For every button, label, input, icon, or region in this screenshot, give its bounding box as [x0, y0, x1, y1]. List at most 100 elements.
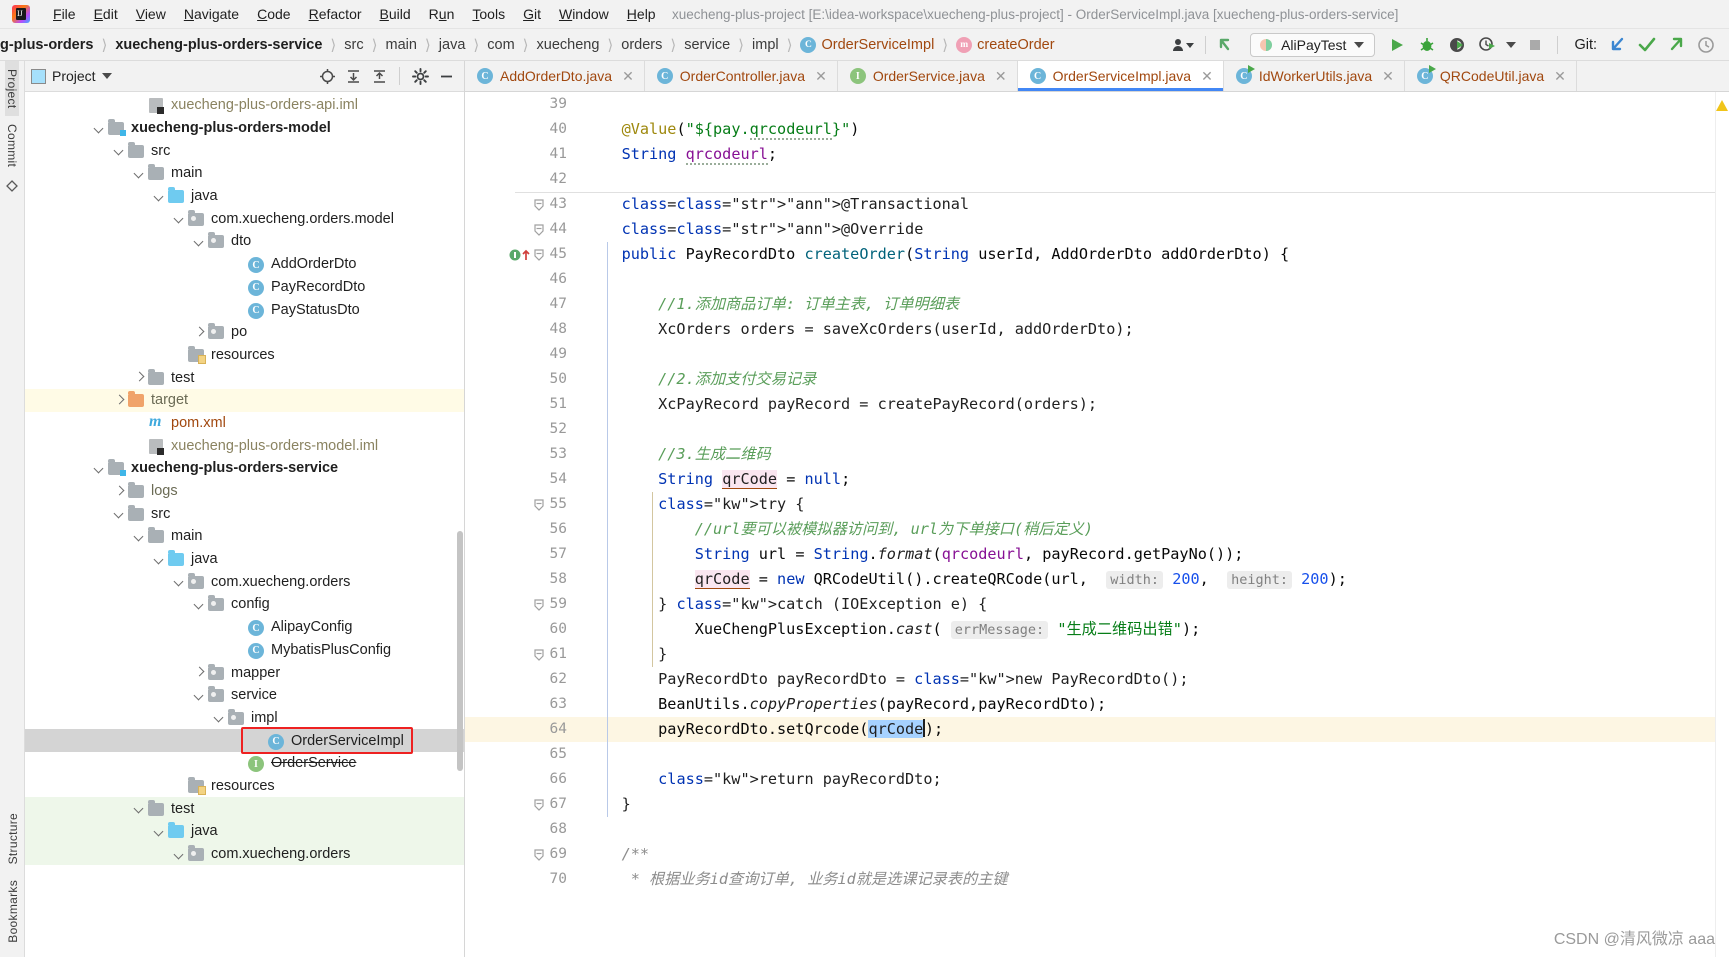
code-fold-icon[interactable] — [533, 599, 545, 611]
code-line[interactable] — [575, 342, 1715, 367]
chevron-right-icon[interactable] — [193, 666, 206, 679]
menu-edit[interactable]: Edit — [85, 3, 127, 25]
code-fold-icon[interactable] — [533, 849, 545, 861]
run-configuration-selector[interactable]: AliPayTest — [1250, 32, 1376, 57]
code-line[interactable]: PayRecordDto payRecordDto = class="kw">n… — [575, 667, 1715, 692]
chevron-down-icon[interactable] — [173, 848, 186, 861]
close-icon[interactable]: ✕ — [1382, 68, 1394, 85]
chevron-right-icon[interactable] — [113, 485, 126, 498]
chevron-down-icon[interactable] — [133, 167, 146, 180]
tool-window-structure[interactable]: Structure — [6, 805, 20, 872]
tree-node-java[interactable]: java — [25, 185, 464, 208]
tree-node-pom-xml[interactable]: m pom.xml — [25, 412, 464, 435]
debug-icon[interactable] — [1413, 32, 1441, 58]
menu-help[interactable]: Help — [618, 3, 665, 25]
locate-icon[interactable] — [315, 64, 339, 88]
breadcrumb-item-3[interactable]: main — [383, 37, 418, 53]
line-number[interactable]: 42 — [465, 167, 575, 192]
tree-node-src[interactable]: src — [25, 502, 464, 525]
git-push-icon[interactable] — [1663, 32, 1691, 58]
menu-view[interactable]: View — [127, 3, 175, 25]
tree-node-orderservice[interactable]: I OrderService — [25, 752, 464, 775]
chevron-down-icon[interactable] — [93, 462, 106, 475]
chevron-down-icon[interactable] — [193, 689, 206, 702]
code-line[interactable]: BeanUtils.copyProperties(payRecord,payRe… — [575, 692, 1715, 717]
line-number[interactable]: 48 — [465, 317, 575, 342]
code-line[interactable]: String qrcodeurl; — [575, 142, 1715, 167]
tree-node-com-xuecheng-orders[interactable]: com.xuecheng.orders — [25, 570, 464, 593]
close-icon[interactable]: ✕ — [622, 68, 634, 85]
line-number[interactable]: 54 — [465, 467, 575, 492]
tree-node-main[interactable]: main — [25, 525, 464, 548]
line-number[interactable]: 43 — [465, 192, 575, 217]
editor-tab-addorderdto-java[interactable]: C AddOrderDto.java ✕ — [465, 61, 645, 91]
menu-run[interactable]: Run — [420, 3, 464, 25]
warning-icon[interactable] — [1716, 100, 1728, 111]
breadcrumb-item-8[interactable]: service — [682, 37, 732, 53]
code-line[interactable] — [575, 167, 1715, 192]
line-number[interactable]: 67 — [465, 792, 575, 817]
run-with-coverage-icon[interactable] — [1443, 32, 1471, 58]
code-line[interactable]: /** — [575, 842, 1715, 867]
breadcrumb-item-4[interactable]: java — [437, 37, 468, 53]
tree-node-com-xuecheng-orders-model[interactable]: com.xuecheng.orders.model — [25, 207, 464, 230]
user-chooser-icon[interactable] — [1169, 32, 1197, 58]
code-line[interactable] — [575, 817, 1715, 842]
code-line[interactable]: class=class="str">"ann">@Transactional — [575, 192, 1715, 217]
code-line[interactable]: XcPayRecord payRecord = createPayRecord(… — [575, 392, 1715, 417]
code-fold-icon[interactable] — [533, 224, 545, 236]
tool-window-project[interactable]: Project — [5, 61, 19, 117]
expand-all-icon[interactable] — [341, 64, 365, 88]
line-number[interactable]: 68 — [465, 817, 575, 842]
editor-tab-idworkerutils-java[interactable]: C IdWorkerUtils.java ✕ — [1223, 61, 1405, 91]
tree-node-orderserviceimpl[interactable]: C OrderServiceImpl — [25, 729, 464, 752]
tree-node-test[interactable]: test — [25, 366, 464, 389]
code-fold-icon[interactable] — [533, 499, 545, 511]
tree-node-po[interactable]: po — [25, 321, 464, 344]
tree-node-resources[interactable]: resources — [25, 775, 464, 798]
tree-node-logs[interactable]: logs — [25, 480, 464, 503]
menu-git[interactable]: Git — [514, 3, 550, 25]
gear-icon[interactable] — [408, 64, 432, 88]
line-number-gutter[interactable]: 39 40 41 42 43 44 45 46 47 48 49 50 51 52 53 54 55 56 57 58… — [465, 92, 575, 957]
line-number[interactable]: 41 — [465, 142, 575, 167]
profiler-dropdown-icon[interactable] — [1503, 32, 1519, 58]
close-icon[interactable]: ✕ — [1554, 68, 1566, 85]
line-number[interactable]: 47 — [465, 292, 575, 317]
breadcrumb-item-0[interactable]: g-plus-orders — [0, 37, 95, 53]
line-number[interactable]: 63 — [465, 692, 575, 717]
code-line[interactable]: class=class="str">"ann">@Override — [575, 217, 1715, 242]
code-line[interactable]: //3.生成二维码 — [575, 442, 1715, 467]
close-icon[interactable]: ✕ — [1201, 68, 1213, 85]
line-number[interactable]: 53 — [465, 442, 575, 467]
tree-node-dto[interactable]: dto — [25, 230, 464, 253]
code-line[interactable]: //url要可以被模拟器访问到, url为下单接口(稍后定义) — [575, 517, 1715, 542]
line-number[interactable]: 62 — [465, 667, 575, 692]
chevron-right-icon[interactable] — [113, 394, 126, 407]
line-number[interactable]: 64 — [465, 717, 575, 742]
close-icon[interactable]: ✕ — [995, 68, 1007, 85]
error-stripe-gutter[interactable] — [1715, 92, 1729, 957]
line-number[interactable]: 70 — [465, 867, 575, 892]
code-line[interactable] — [575, 742, 1715, 767]
menu-window[interactable]: Window — [550, 3, 618, 25]
chevron-down-icon[interactable] — [133, 530, 146, 543]
tree-node-addorderdto[interactable]: C AddOrderDto — [25, 253, 464, 276]
tree-node-xuecheng-plus-orders-service[interactable]: xuecheng-plus-orders-service — [25, 457, 464, 480]
breadcrumb-item-method[interactable]: m createOrder — [954, 36, 1056, 53]
code-fold-icon[interactable] — [533, 799, 545, 811]
tree-node-mybatisplusconfig[interactable]: C MybatisPlusConfig — [25, 639, 464, 662]
breadcrumb-item-6[interactable]: xuecheng — [535, 37, 602, 53]
tree-node-com-xuecheng-orders[interactable]: com.xuecheng.orders — [25, 842, 464, 866]
chevron-down-icon[interactable] — [173, 212, 186, 225]
menu-code[interactable]: Code — [248, 3, 299, 25]
code-line[interactable] — [575, 92, 1715, 117]
chevron-right-icon[interactable] — [193, 326, 206, 339]
stop-icon[interactable] — [1521, 32, 1549, 58]
code-line[interactable]: //1.添加商品订单: 订单主表, 订单明细表 — [575, 292, 1715, 317]
code-line[interactable]: //2.添加支付交易记录 — [575, 367, 1715, 392]
chevron-down-icon[interactable] — [101, 73, 112, 79]
chevron-down-icon[interactable] — [153, 825, 166, 838]
line-number[interactable]: 49 — [465, 342, 575, 367]
line-number[interactable]: 65 — [465, 742, 575, 767]
